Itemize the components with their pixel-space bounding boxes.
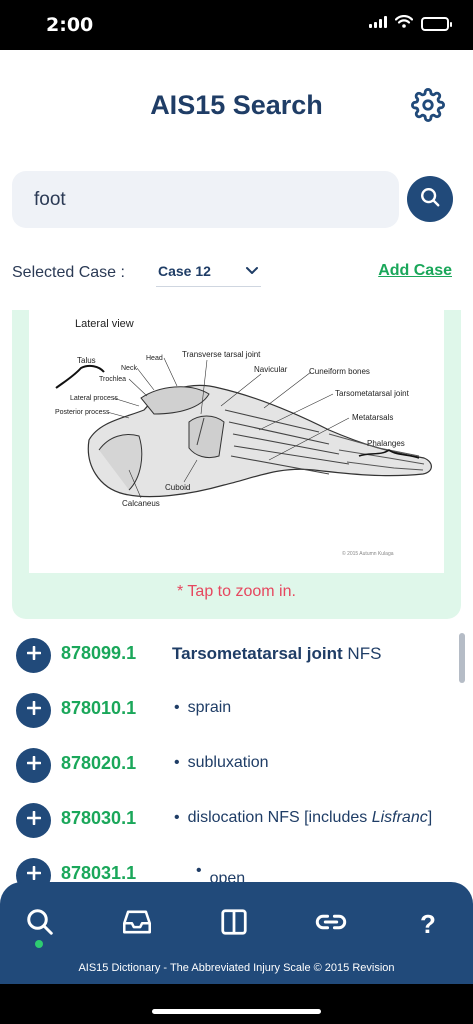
label-trochlea: Trochlea bbox=[99, 376, 126, 383]
label-cuboid: Cuboid bbox=[165, 483, 190, 492]
label-neck: Neck bbox=[121, 365, 137, 372]
battery-icon bbox=[421, 17, 452, 31]
home-indicator[interactable] bbox=[152, 1009, 321, 1014]
plus-icon bbox=[26, 645, 41, 665]
selected-case-label: Selected Case : bbox=[12, 264, 125, 281]
label-calcaneus: Calcaneus bbox=[122, 499, 160, 508]
code-description-close: ] bbox=[427, 809, 433, 826]
add-code-button[interactable] bbox=[16, 858, 51, 884]
tab-link[interactable] bbox=[311, 904, 351, 944]
search-icon bbox=[25, 907, 55, 942]
plus-icon bbox=[26, 700, 41, 720]
code-description: Tarsometatarsal joint NFS bbox=[172, 644, 381, 664]
code-description-text: subluxation bbox=[187, 754, 269, 771]
code-description: • subluxation bbox=[174, 754, 269, 772]
label-posterior-process: Posterior process bbox=[55, 409, 110, 416]
diagram-credit: © 2015 Autumn Kulaga bbox=[342, 550, 394, 557]
add-code-button[interactable] bbox=[16, 803, 51, 838]
search-icon bbox=[419, 186, 441, 213]
add-code-button[interactable] bbox=[16, 748, 51, 783]
code-row[interactable]: 878031.1 • open bbox=[0, 848, 473, 884]
active-tab-indicator bbox=[35, 940, 43, 948]
status-icons bbox=[369, 15, 452, 33]
wifi-icon bbox=[394, 15, 414, 33]
inbox-icon bbox=[121, 908, 153, 941]
settings-button[interactable] bbox=[409, 87, 447, 127]
code-description: • dislocation NFS [includes Lisfranc] bbox=[174, 809, 432, 827]
diagram-title: Lateral view bbox=[75, 318, 134, 330]
page-title: AIS15 Search bbox=[150, 90, 323, 120]
label-navicular: Navicular bbox=[254, 365, 288, 374]
code-description-bold: Tarsometatarsal joint bbox=[172, 644, 343, 663]
status-time: 2:00 bbox=[46, 14, 94, 36]
footer-copyright: AIS15 Dictionary - The Abbreviated Injur… bbox=[78, 962, 395, 974]
code-row[interactable]: 878030.1 • dislocation NFS [includes Lisf… bbox=[0, 793, 473, 847]
label-tarsometatarsal: Tarsometatarsal joint bbox=[335, 389, 410, 398]
home-indicator-area bbox=[0, 984, 473, 1024]
code-row[interactable]: 878010.1 • sprain bbox=[0, 683, 473, 737]
code-number: 878099.1 bbox=[61, 643, 137, 663]
plus-icon bbox=[26, 755, 41, 775]
code-row[interactable]: 878099.1 Tarsometatarsal joint NFS bbox=[0, 628, 473, 682]
code-number: 878031.1 bbox=[61, 863, 137, 883]
scrollbar-thumb[interactable] bbox=[459, 633, 465, 683]
code-description-suffix: NFS bbox=[342, 644, 382, 663]
label-talus: Talus bbox=[77, 356, 96, 365]
help-icon: ? bbox=[420, 908, 436, 939]
tap-to-zoom-hint: * Tap to zoom in. bbox=[177, 583, 296, 600]
case-dropdown-value: Case 12 bbox=[158, 262, 211, 279]
code-description-text: dislocation NFS [includes bbox=[187, 809, 372, 826]
code-description: • sprain bbox=[174, 699, 231, 717]
label-lateral-process: Lateral process bbox=[70, 395, 118, 402]
tab-help[interactable]: ? bbox=[408, 904, 448, 944]
status-bar: 2:00 bbox=[0, 0, 473, 50]
add-code-button[interactable] bbox=[16, 693, 51, 728]
code-number: 878020.1 bbox=[61, 753, 137, 773]
anatomy-image-card: Lateral view Talus Head Neck Trochlea La… bbox=[12, 310, 461, 619]
code-number: 878030.1 bbox=[61, 808, 137, 828]
plus-icon bbox=[26, 810, 41, 830]
chevron-down-icon bbox=[245, 262, 259, 280]
label-phalanges: Phalanges bbox=[367, 439, 405, 448]
label-head: Head bbox=[146, 355, 163, 362]
label-cuneiform: Cuneiform bones bbox=[309, 367, 370, 376]
code-description-text: sprain bbox=[187, 699, 232, 716]
code-number: 878010.1 bbox=[61, 698, 137, 718]
code-row[interactable]: 878020.1 • subluxation bbox=[0, 738, 473, 792]
label-transverse-tarsal-joint: Transverse tarsal joint bbox=[182, 350, 261, 359]
book-icon bbox=[219, 907, 249, 942]
tab-search[interactable] bbox=[20, 904, 60, 944]
tab-inbox[interactable] bbox=[117, 904, 157, 944]
code-description-italic: Lisfranc bbox=[371, 809, 428, 826]
link-icon bbox=[315, 911, 347, 938]
results-scroll-area[interactable]: Lateral view Talus Head Neck Trochlea La… bbox=[0, 310, 473, 884]
search-field[interactable] bbox=[12, 171, 399, 228]
bullet-glyph: • bbox=[174, 699, 180, 716]
search-button[interactable] bbox=[407, 176, 453, 222]
bullet-glyph: • bbox=[196, 862, 202, 879]
label-metatarsals: Metatarsals bbox=[352, 413, 393, 422]
bullet-glyph: • bbox=[174, 809, 180, 826]
add-case-link[interactable]: Add Case bbox=[378, 262, 452, 280]
gear-icon bbox=[411, 87, 445, 127]
tab-book[interactable] bbox=[214, 904, 254, 944]
case-dropdown[interactable]: Case 12 bbox=[156, 255, 261, 287]
bottom-tab-bar: ? AIS15 Dictionary - The Abbreviated Inj… bbox=[0, 882, 473, 984]
foot-diagram[interactable]: Lateral view Talus Head Neck Trochlea La… bbox=[29, 310, 444, 573]
bullet-glyph: • bbox=[174, 754, 180, 771]
search-input[interactable] bbox=[12, 171, 399, 228]
signal-icon bbox=[369, 15, 387, 33]
add-code-button[interactable] bbox=[16, 638, 51, 673]
app-screen: AIS15 Search Selected Case : Case 12 Add… bbox=[0, 50, 473, 984]
